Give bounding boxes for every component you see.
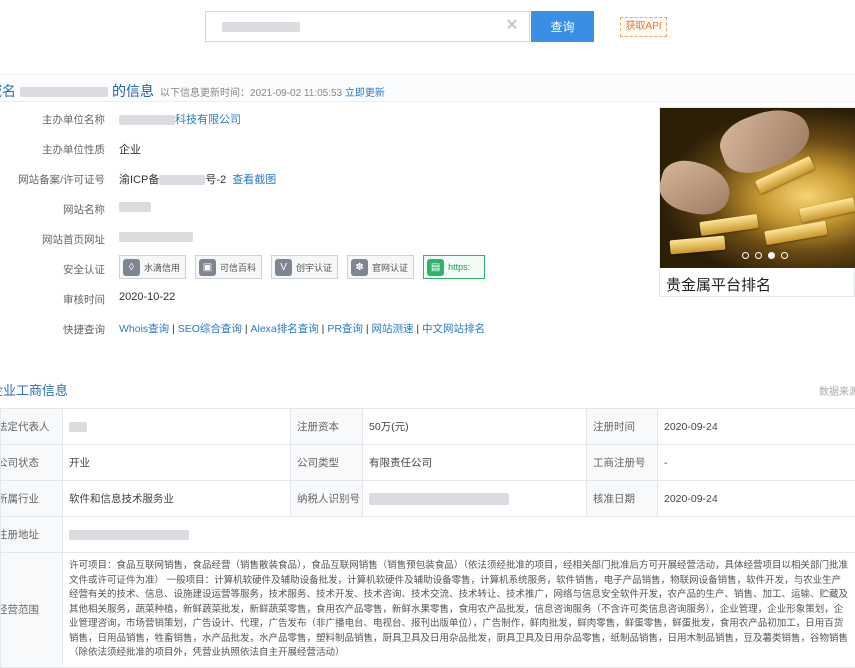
badge-shuidi[interactable]: ◊ 水滴信用 <box>119 255 186 279</box>
carousel-dots <box>742 252 788 259</box>
v-badge-icon: V <box>275 259 292 276</box>
redacted-address <box>69 530 189 540</box>
redacted-domain <box>222 22 300 32</box>
redacted-company <box>119 115 175 125</box>
carousel-dot[interactable] <box>781 252 788 259</box>
gold-bar <box>669 236 725 255</box>
info-header: 域名的信息 以下信息更新时间：2021-09-02 11:05:53 立即更新 <box>0 74 855 102</box>
row-owner-type: 主办单位性质 企业 <box>0 134 655 164</box>
row-review-time: 审核时间 2020-10-22 <box>0 284 655 314</box>
gold-bars-image <box>660 108 855 268</box>
carousel-dot[interactable] <box>742 252 749 259</box>
owner-link[interactable]: 科技有限公司 <box>175 114 241 126</box>
get-api-button[interactable]: 获取API <box>620 17 667 37</box>
business-info-table: 法定代表人 注册资本 50万(元) 注册时间 2020-09-24 公司状态 开… <box>0 408 855 668</box>
lock-icon: ▤ <box>427 259 444 276</box>
row-license: 网站备案/许可证号 渝ICP备号-2 查看截图 <box>0 164 655 194</box>
security-badges: ◊ 水滴信用 ▣ 可信百科 V 创宇认证 ✽ 官网认证 ▤ https: <box>119 255 485 279</box>
table-row: 法定代表人 注册资本 50万(元) 注册时间 2020-09-24 <box>1 409 855 445</box>
search-bar: ✕ 查询 获取API <box>0 0 855 52</box>
table-row: 公司状态 开业 公司类型 有限责任公司 工商注册号 - <box>1 445 855 481</box>
gold-bar <box>699 214 758 236</box>
redacted-site-name <box>119 202 151 212</box>
seo-link[interactable]: SEO综合查询 <box>178 323 242 335</box>
redacted-license <box>159 175 205 185</box>
update-time: 2021-09-02 11:05:53 <box>250 88 342 99</box>
redacted-site-url <box>119 232 193 242</box>
data-source-label: 数据来源 <box>819 383 855 398</box>
update-now-link[interactable]: 立即更新 <box>345 88 385 99</box>
water-drop-icon: ◊ <box>123 259 140 276</box>
badge-kexin[interactable]: ▣ 可信百科 <box>195 255 262 279</box>
table-row: 经营范围 许可项目：食品互联网销售，食品经营（销售散装食品），食品互联网销售（销… <box>1 553 855 668</box>
row-quick-links: 快捷查询 Whois查询 | SEO综合查询 | Alexa排名查询 | PR查… <box>0 314 655 344</box>
ad-caption[interactable]: 贵金属平台排名 <box>666 274 771 295</box>
ad-banner[interactable]: 贵金属平台排名 <box>659 107 855 297</box>
table-row: 注册地址 <box>1 517 855 553</box>
row-site-url: 网站首页网址 <box>0 224 655 254</box>
page-title: 域名的信息 <box>0 81 154 101</box>
update-info: 以下信息更新时间：2021-09-02 11:05:53 立即更新 <box>160 84 385 99</box>
redacted-legal-rep <box>69 422 87 432</box>
alexa-link[interactable]: Alexa排名查询 <box>251 323 319 335</box>
search-box: ✕ <box>205 11 530 42</box>
monitor-icon: ▣ <box>199 259 216 276</box>
business-section-title: 企业工商信息 <box>0 380 68 399</box>
badge-https[interactable]: ▤ https: <box>423 255 485 279</box>
redacted-tax-id <box>369 493 509 505</box>
table-row: 所属行业 软件和信息技术服务业 纳税人识别号 核准日期 2020-09-24 <box>1 481 855 517</box>
business-scope-text: 许可项目：食品互联网销售，食品经营（销售散装食品），食品互联网销售（销售预包装食… <box>63 553 855 668</box>
cn-rank-link[interactable]: 中文网站排名 <box>422 323 485 335</box>
carousel-dot[interactable] <box>755 252 762 259</box>
badge-chuangyu[interactable]: V 创宇认证 <box>271 255 338 279</box>
row-site-name: 网站名称 <box>0 194 655 224</box>
hand-image <box>660 155 735 221</box>
row-owner: 主办单位名称 科技有限公司 <box>0 104 655 134</box>
whois-link[interactable]: Whois查询 <box>119 323 169 335</box>
view-screenshot-link[interactable]: 查看截图 <box>232 174 276 186</box>
badge-guanwang[interactable]: ✽ 官网认证 <box>347 255 414 279</box>
pr-link[interactable]: PR查询 <box>327 323 363 335</box>
speed-test-link[interactable]: 网站测速 <box>371 323 413 335</box>
row-security: 安全认证 ◊ 水滴信用 ▣ 可信百科 V 创宇认证 ✽ 官网认证 ▤ https… <box>0 254 655 284</box>
icp-info-table: 主办单位名称 科技有限公司 主办单位性质 企业 网站备案/许可证号 渝ICP备号… <box>0 104 655 344</box>
clear-icon[interactable]: ✕ <box>503 17 521 35</box>
carousel-dot-active[interactable] <box>768 252 775 259</box>
redacted-domain-name <box>20 87 108 97</box>
search-button[interactable]: 查询 <box>531 11 594 42</box>
gold-bar <box>799 197 855 222</box>
gold-bar <box>764 221 827 246</box>
paw-icon: ✽ <box>351 259 368 276</box>
quick-links: Whois查询 | SEO综合查询 | Alexa排名查询 | PR查询 | 网… <box>119 321 485 336</box>
